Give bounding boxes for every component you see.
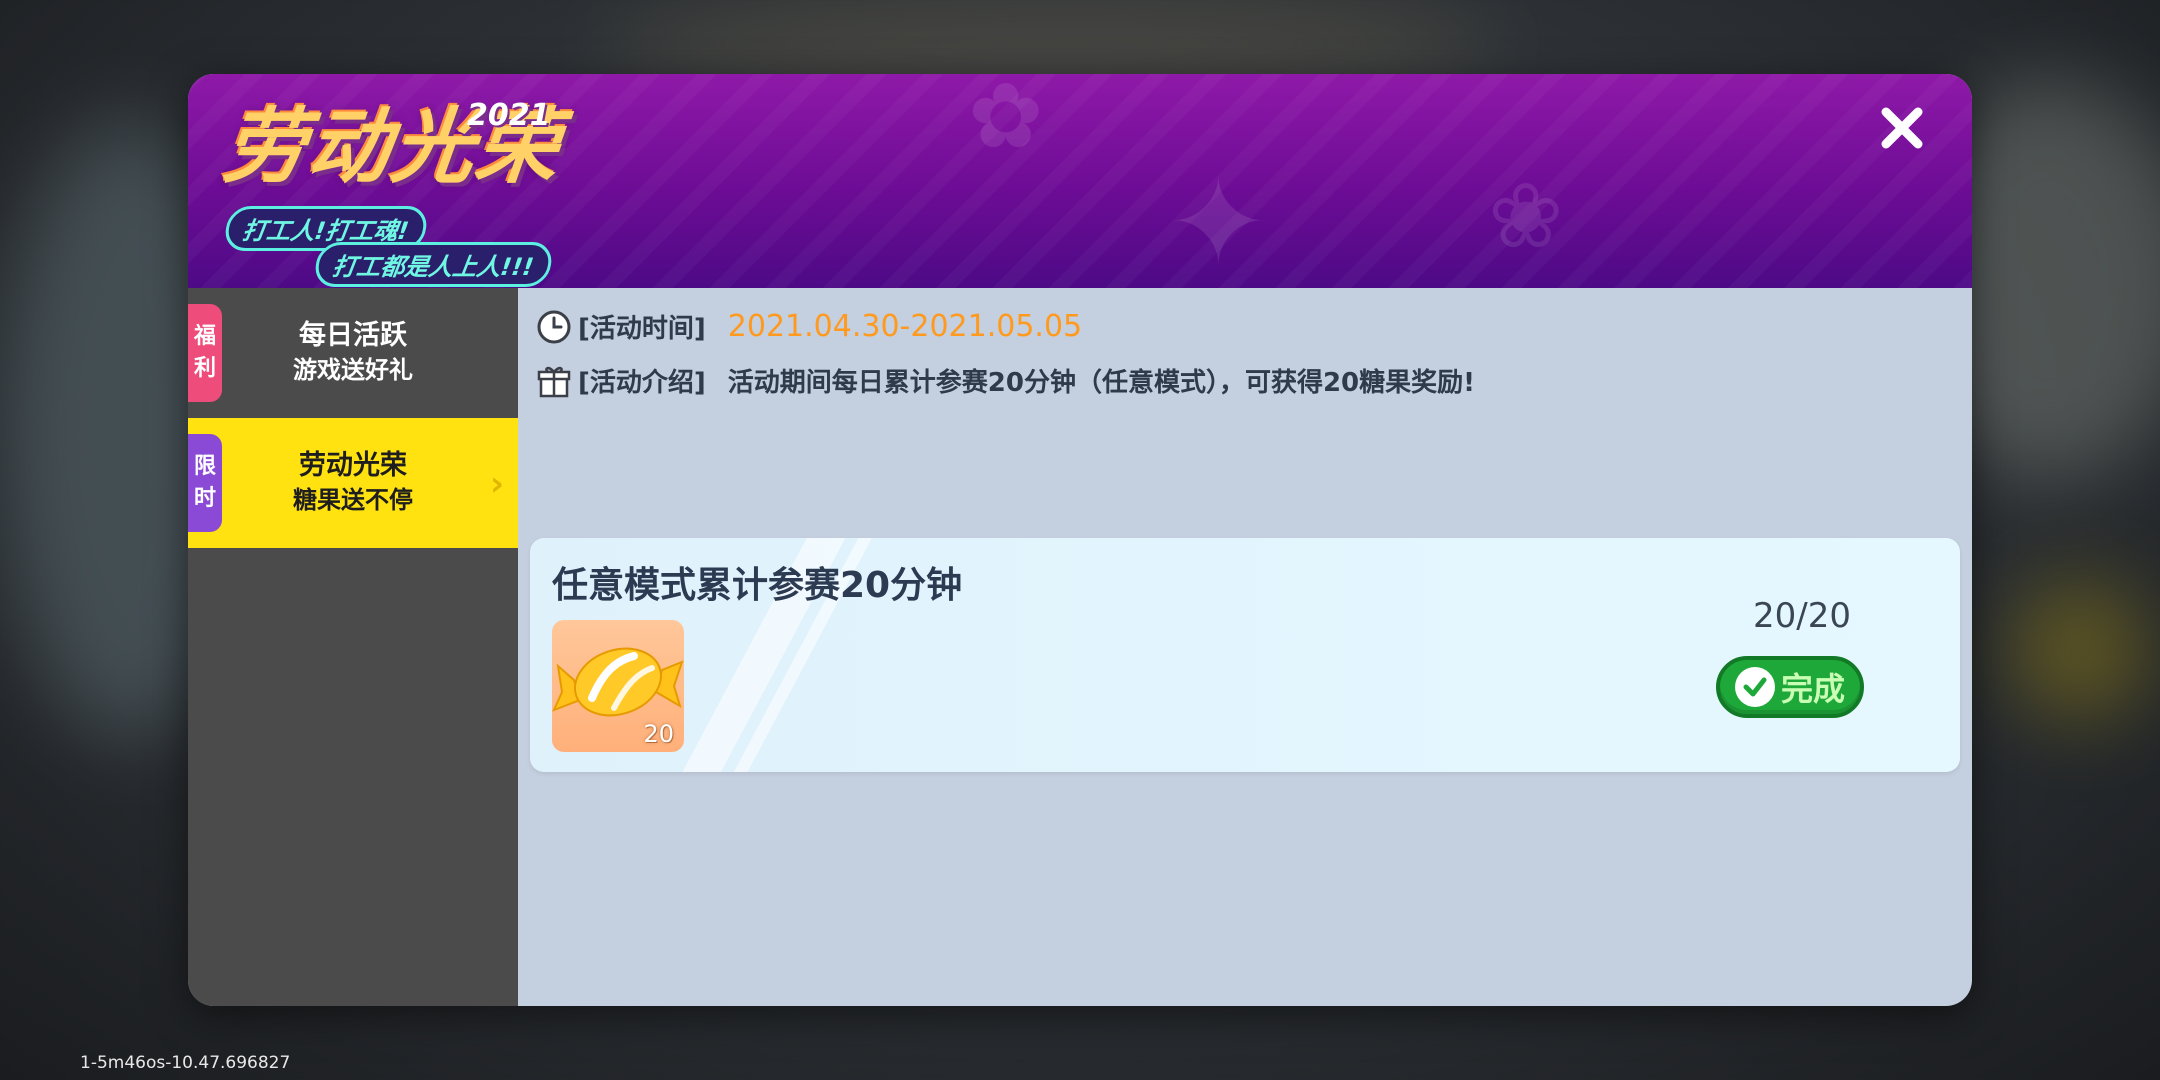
event-modal: ✿ ❀ ✦ 劳动光荣 2021 打工人!打工魂! 打工都是人上人!!! 福 利 … — [188, 74, 1972, 1006]
sidebar-item-subtitle: 游戏送好礼 — [293, 356, 413, 384]
event-intro-row: [活动介绍] 活动期间每日累计参赛20分钟（任意模式），可获得20糖果奖励! — [536, 362, 1475, 399]
gift-icon — [536, 363, 572, 399]
event-sidebar: 福 利 每日活跃 游戏送好礼 限 时 劳动光荣 糖果送不停 › — [188, 288, 518, 1006]
event-time-row: [活动时间] 2021.04.30-2021.05.05 — [536, 308, 1082, 345]
event-time-value: 2021.04.30-2021.05.05 — [727, 309, 1083, 344]
event-intro-label: [活动介绍] — [578, 368, 706, 398]
flower-decoration-icon: ❀ — [1488, 164, 1564, 269]
event-logo: 劳动光荣 2021 打工人!打工魂! 打工都是人上人!!! — [219, 96, 824, 287]
chevron-right-icon: › — [489, 464, 504, 504]
event-content: [活动时间] 2021.04.30-2021.05.05 [活动介绍] 活动期间… — [518, 288, 1972, 1006]
logo-slogan: 打工都是人上人!!! — [312, 242, 555, 287]
limited-time-tag: 限 时 — [188, 434, 222, 532]
sidebar-item-title: 每日活跃 — [299, 320, 407, 351]
task-progress: 20/20 — [1753, 596, 1851, 636]
completed-button[interactable]: 完成 — [1716, 656, 1864, 718]
welfare-tag: 福 利 — [188, 304, 222, 402]
completed-label: 完成 — [1780, 670, 1845, 708]
build-version-text: 1-5m46os-10.47.696827 — [80, 1053, 291, 1073]
background-blur — [2010, 580, 2150, 720]
flower-decoration-icon: ✿ — [968, 74, 1044, 169]
sidebar-item-labor-glory[interactable]: 限 时 劳动光荣 糖果送不停 › — [188, 418, 518, 548]
task-title: 任意模式累计参赛20分钟 — [552, 565, 963, 606]
check-icon — [1734, 667, 1775, 707]
reward-item[interactable]: 20 — [552, 620, 684, 752]
clock-icon — [536, 309, 572, 345]
sidebar-item-subtitle: 糖果送不停 — [293, 486, 413, 514]
event-time-label: [活动时间] — [578, 314, 706, 344]
wrench-decoration-icon: ✦ — [1168, 154, 1269, 288]
event-banner: ✿ ❀ ✦ 劳动光荣 2021 打工人!打工魂! 打工都是人上人!!! — [188, 74, 1972, 288]
close-button[interactable] — [1872, 98, 1932, 158]
reward-count: 20 — [643, 720, 674, 748]
sidebar-item-daily-active[interactable]: 福 利 每日活跃 游戏送好礼 — [188, 288, 518, 418]
close-icon — [1881, 107, 1923, 149]
logo-year: 2021 — [467, 98, 551, 133]
task-card: 任意模式累计参赛20分钟 20 20/20 完成 — [530, 538, 1960, 772]
sidebar-item-title: 劳动光荣 — [299, 450, 407, 481]
event-intro-value: 活动期间每日累计参赛20分钟（任意模式），可获得20糖果奖励! — [727, 368, 1476, 398]
